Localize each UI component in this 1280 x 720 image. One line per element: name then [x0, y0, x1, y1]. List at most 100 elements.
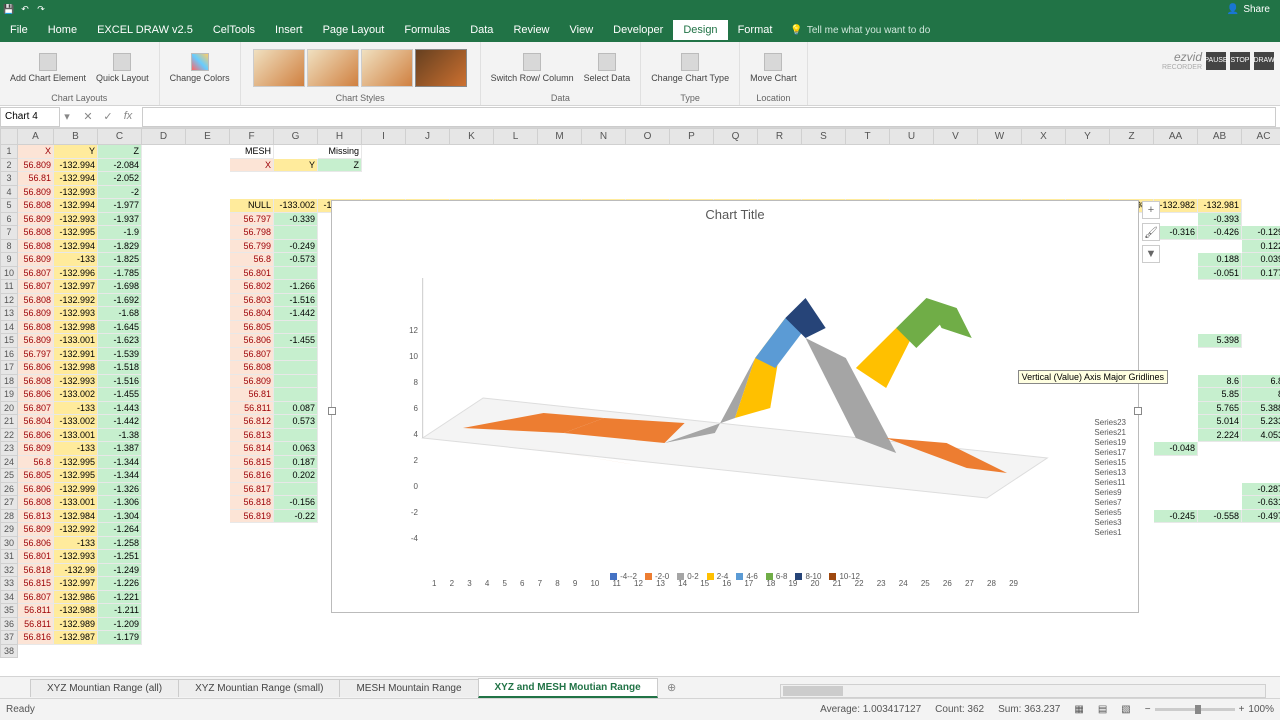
- col-header-P[interactable]: P: [670, 128, 714, 145]
- col-header-Q[interactable]: Q: [714, 128, 758, 145]
- cell-B25[interactable]: -132.995: [54, 469, 98, 483]
- cell-G14[interactable]: [274, 321, 318, 335]
- cell-A9[interactable]: 56.809: [18, 253, 54, 267]
- cell-AB7[interactable]: -0.426: [1198, 226, 1242, 240]
- tab-data[interactable]: Data: [460, 20, 503, 40]
- cell-G27[interactable]: -0.156: [274, 496, 318, 510]
- cell-F7[interactable]: 56.798: [230, 226, 274, 240]
- cell-C36[interactable]: -1.209: [98, 618, 142, 632]
- sheet-tab-3[interactable]: XYZ and MESH Moutian Range: [478, 678, 658, 698]
- cell-C29[interactable]: -1.264: [98, 523, 142, 537]
- col-header-I[interactable]: I: [362, 128, 406, 145]
- row-header-25[interactable]: 25: [0, 469, 18, 483]
- cell-C2[interactable]: -2.084: [98, 159, 142, 173]
- col-header-G[interactable]: G: [274, 128, 318, 145]
- cell-F21[interactable]: 56.812: [230, 415, 274, 429]
- chart-plot-area[interactable]: 121086420-2-4 Series23Series21Series19Se…: [332, 228, 1138, 568]
- cell-AB10[interactable]: -0.051: [1198, 267, 1242, 281]
- chart-title[interactable]: Chart Title: [332, 201, 1138, 228]
- cell-AB22[interactable]: 2.224: [1198, 429, 1242, 443]
- cell-B31[interactable]: -132.993: [54, 550, 98, 564]
- horizontal-scrollbar[interactable]: [780, 684, 1266, 698]
- cell-C19[interactable]: -1.455: [98, 388, 142, 402]
- cell-AB20[interactable]: 5.765: [1198, 402, 1242, 416]
- change-chart-type-button[interactable]: Change Chart Type: [647, 51, 733, 85]
- name-box[interactable]: Chart 4: [0, 107, 60, 127]
- cell-B19[interactable]: -133.002: [54, 388, 98, 402]
- row-header-7[interactable]: 7: [0, 226, 18, 240]
- cell-C17[interactable]: -1.518: [98, 361, 142, 375]
- cell-B15[interactable]: -133.001: [54, 334, 98, 348]
- cell-C23[interactable]: -1.387: [98, 442, 142, 456]
- tab-celtools[interactable]: CelTools: [203, 20, 265, 40]
- col-header-C[interactable]: C: [98, 128, 142, 145]
- cell-C6[interactable]: -1.937: [98, 213, 142, 227]
- cell-F6[interactable]: 56.797: [230, 213, 274, 227]
- row-header-4[interactable]: 4: [0, 186, 18, 200]
- row-header-34[interactable]: 34: [0, 591, 18, 605]
- cell-AA28[interactable]: -0.245: [1154, 510, 1198, 524]
- ezvid-draw-button[interactable]: DRAW: [1254, 52, 1274, 70]
- cell-A22[interactable]: 56.806: [18, 429, 54, 443]
- cell-G9[interactable]: -0.573: [274, 253, 318, 267]
- cell-AC20[interactable]: 5.388: [1242, 402, 1280, 416]
- cell-AC18[interactable]: 6.8: [1242, 375, 1280, 389]
- cell-C5[interactable]: -1.977: [98, 199, 142, 213]
- cell-C33[interactable]: -1.226: [98, 577, 142, 591]
- cell-B1[interactable]: Y: [54, 145, 98, 159]
- cell-A25[interactable]: 56.805: [18, 469, 54, 483]
- cell-A29[interactable]: 56.809: [18, 523, 54, 537]
- col-header-J[interactable]: J: [406, 128, 450, 145]
- cell-B28[interactable]: -132.984: [54, 510, 98, 524]
- cell-A3[interactable]: 56.81: [18, 172, 54, 186]
- cell-B8[interactable]: -132.994: [54, 240, 98, 254]
- ezvid-pause-button[interactable]: PAUSE: [1206, 52, 1226, 70]
- cell-B34[interactable]: -132.986: [54, 591, 98, 605]
- col-header-AC[interactable]: AC: [1242, 128, 1280, 145]
- cell-C12[interactable]: -1.692: [98, 294, 142, 308]
- tab-view[interactable]: View: [560, 20, 604, 40]
- row-header-17[interactable]: 17: [0, 361, 18, 375]
- cell-AB21[interactable]: 5.014: [1198, 415, 1242, 429]
- row-header-26[interactable]: 26: [0, 483, 18, 497]
- cell-F22[interactable]: 56.813: [230, 429, 274, 443]
- row-header-14[interactable]: 14: [0, 321, 18, 335]
- row-header-10[interactable]: 10: [0, 267, 18, 281]
- cell-A27[interactable]: 56.808: [18, 496, 54, 510]
- cell-C28[interactable]: -1.304: [98, 510, 142, 524]
- cell-F14[interactable]: 56.805: [230, 321, 274, 335]
- cell-F5[interactable]: NULL: [230, 199, 274, 213]
- cell-A21[interactable]: 56.804: [18, 415, 54, 429]
- col-header-H[interactable]: H: [318, 128, 362, 145]
- share-button[interactable]: 👤 Share: [1221, 4, 1276, 15]
- cell-C32[interactable]: -1.249: [98, 564, 142, 578]
- row-header-11[interactable]: 11: [0, 280, 18, 294]
- cell-A5[interactable]: 56.808: [18, 199, 54, 213]
- switch-row-column-button[interactable]: Switch Row/ Column: [487, 51, 578, 85]
- cell-A31[interactable]: 56.801: [18, 550, 54, 564]
- cell-G23[interactable]: 0.063: [274, 442, 318, 456]
- col-header-A[interactable]: A: [18, 128, 54, 145]
- row-header-24[interactable]: 24: [0, 456, 18, 470]
- row-header-1[interactable]: 1: [0, 145, 18, 159]
- add-sheet-button[interactable]: ⊕: [663, 681, 681, 694]
- cell-AC27[interactable]: -0.631: [1242, 496, 1280, 510]
- cell-B21[interactable]: -133.002: [54, 415, 98, 429]
- cell-A32[interactable]: 56.818: [18, 564, 54, 578]
- zoom-in-icon[interactable]: +: [1239, 704, 1245, 715]
- cell-B4[interactable]: -132.993: [54, 186, 98, 200]
- row-header-36[interactable]: 36: [0, 618, 18, 632]
- cell-C20[interactable]: -1.443: [98, 402, 142, 416]
- cell-F12[interactable]: 56.803: [230, 294, 274, 308]
- cell-G7[interactable]: [274, 226, 318, 240]
- cell-B37[interactable]: -132.987: [54, 631, 98, 645]
- chart-elements-icon[interactable]: +: [1142, 201, 1160, 219]
- col-header-N[interactable]: N: [582, 128, 626, 145]
- fx-icon[interactable]: fx: [120, 110, 136, 123]
- cell-B9[interactable]: -133: [54, 253, 98, 267]
- cell-B3[interactable]: -132.994: [54, 172, 98, 186]
- cell-B14[interactable]: -132.998: [54, 321, 98, 335]
- cell-C21[interactable]: -1.442: [98, 415, 142, 429]
- cell-A30[interactable]: 56.806: [18, 537, 54, 551]
- col-header-B[interactable]: B: [54, 128, 98, 145]
